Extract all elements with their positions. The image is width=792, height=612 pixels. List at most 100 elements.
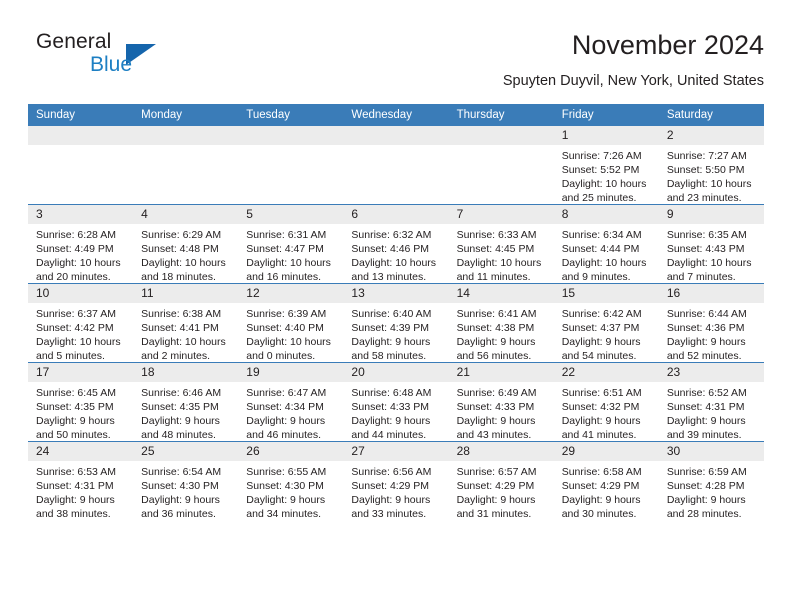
- sunrise-text: Sunrise: 6:32 AM: [351, 229, 432, 241]
- day-number: 18: [133, 363, 239, 382]
- sunrise-text: Sunrise: 6:45 AM: [36, 387, 116, 399]
- calendar-day-cell[interactable]: 15 Sunrise: 6:42 AM Sunset: 4:37 PM Dayligh…: [553, 283, 659, 363]
- sunrise-text: Sunrise: 6:41 AM: [456, 308, 537, 320]
- day-cell-content: [448, 126, 554, 204]
- day-cell-content: 5 Sunrise: 6:31 AM Sunset: 4:47 PM Daylight…: [238, 205, 344, 284]
- calendar-day-cell[interactable]: 17 Sunrise: 6:45 AM Sunset: 4:35 PM Dayligh…: [28, 362, 134, 442]
- calendar-day-cell[interactable]: 11 Sunrise: 6:38 AM Sunset: 4:41 PM Dayligh…: [133, 283, 239, 363]
- daylight-text: Daylight: 10 hours and 2 minutes.: [141, 336, 226, 362]
- day-sun-info: Sunrise: 6:52 AM Sunset: 4:31 PM Daylight:…: [659, 382, 764, 442]
- calendar-day-cell[interactable]: 3 Sunrise: 6:28 AM Sunset: 4:49 PM Daylight…: [28, 204, 134, 284]
- day-cell-content: 8 Sunrise: 6:34 AM Sunset: 4:44 PM Daylight…: [553, 205, 659, 283]
- calendar-day-cell[interactable]: 20 Sunrise: 6:48 AM Sunset: 4:33 PM Dayligh…: [343, 362, 449, 442]
- calendar-day-cell[interactable]: [343, 126, 449, 205]
- sunset-text: Sunset: 5:52 PM: [561, 164, 640, 176]
- calendar-day-cell[interactable]: 29 Sunrise: 6:58 AM Sunset: 4:29 PM Dayligh…: [553, 441, 659, 520]
- calendar-day-cell[interactable]: 21 Sunrise: 6:49 AM Sunset: 4:33 PM Dayligh…: [448, 362, 554, 442]
- daylight-text: Daylight: 10 hours and 25 minutes.: [561, 178, 647, 204]
- sunrise-text: Sunrise: 6:37 AM: [36, 308, 116, 320]
- calendar-day-cell[interactable]: 13 Sunrise: 6:40 AM Sunset: 4:39 PM Dayligh…: [343, 283, 449, 363]
- day-sun-info: Sunrise: 6:39 AM Sunset: 4:40 PM Daylight:…: [238, 303, 343, 363]
- title-block: November 2024 Spuyten Duyvil, New York, …: [503, 28, 764, 92]
- day-number: 29: [553, 442, 659, 461]
- calendar-day-cell[interactable]: 12 Sunrise: 6:39 AM Sunset: 4:40 PM Dayligh…: [238, 283, 344, 363]
- calendar-week-row: 1 Sunrise: 7:26 AM Sunset: 5:52 PM Daylight…: [28, 126, 764, 205]
- calendar-day-cell[interactable]: 16 Sunrise: 6:44 AM Sunset: 4:36 PM Dayligh…: [658, 283, 764, 363]
- daylight-text: Daylight: 9 hours and 28 minutes.: [666, 494, 746, 520]
- calendar-day-cell[interactable]: 9 Sunrise: 6:35 AM Sunset: 4:43 PM Daylight…: [658, 204, 764, 284]
- daylight-text: Daylight: 10 hours and 16 minutes.: [246, 257, 331, 283]
- calendar-day-cell[interactable]: 6 Sunrise: 6:32 AM Sunset: 4:46 PM Daylight…: [343, 204, 449, 284]
- day-number: 22: [553, 363, 659, 382]
- day-number: 24: [28, 442, 134, 461]
- day-sun-info: Sunrise: 6:35 AM Sunset: 4:43 PM Daylight:…: [659, 224, 764, 284]
- day-sun-info: Sunrise: 6:31 AM Sunset: 4:47 PM Daylight:…: [238, 224, 343, 284]
- calendar-day-cell[interactable]: 1 Sunrise: 7:26 AM Sunset: 5:52 PM Daylight…: [553, 126, 659, 205]
- day-cell-content: 29 Sunrise: 6:58 AM Sunset: 4:29 PM Dayligh…: [553, 442, 659, 520]
- sunset-text: Sunset: 4:38 PM: [456, 322, 535, 334]
- day-sun-info: Sunrise: 6:47 AM Sunset: 4:34 PM Daylight:…: [238, 382, 343, 442]
- calendar-day-cell[interactable]: 23 Sunrise: 6:52 AM Sunset: 4:31 PM Dayligh…: [658, 362, 764, 442]
- day-number: 14: [448, 284, 554, 303]
- day-number: 3: [28, 205, 134, 224]
- calendar-day-cell[interactable]: [238, 126, 344, 205]
- calendar-day-cell[interactable]: 14 Sunrise: 6:41 AM Sunset: 4:38 PM Dayligh…: [448, 283, 554, 363]
- sunset-text: Sunset: 4:48 PM: [141, 243, 219, 255]
- calendar-day-cell[interactable]: 22 Sunrise: 6:51 AM Sunset: 4:32 PM Dayligh…: [553, 362, 659, 442]
- day-number: 11: [133, 284, 239, 303]
- calendar-day-cell[interactable]: [133, 126, 239, 205]
- calendar-day-cell[interactable]: 4 Sunrise: 6:29 AM Sunset: 4:48 PM Daylight…: [133, 204, 239, 284]
- day-cell-content: 11 Sunrise: 6:38 AM Sunset: 4:41 PM Dayligh…: [133, 284, 239, 362]
- calendar-grid: Sunday Monday Tuesday Wednesday Thursday…: [28, 104, 764, 520]
- calendar-day-cell[interactable]: 7 Sunrise: 6:33 AM Sunset: 4:45 PM Daylight…: [448, 204, 554, 284]
- calendar-day-cell[interactable]: 18 Sunrise: 6:46 AM Sunset: 4:35 PM Dayligh…: [133, 362, 239, 442]
- sunset-text: Sunset: 5:50 PM: [666, 164, 745, 176]
- sunset-text: Sunset: 4:41 PM: [141, 322, 219, 334]
- calendar-header-row: Sunday Monday Tuesday Wednesday Thursday…: [28, 104, 764, 126]
- calendar-day-cell[interactable]: 27 Sunrise: 6:56 AM Sunset: 4:29 PM Dayligh…: [343, 441, 449, 520]
- calendar-day-cell[interactable]: [28, 126, 134, 205]
- calendar-day-cell[interactable]: 2 Sunrise: 7:27 AM Sunset: 5:50 PM Daylight…: [658, 126, 764, 205]
- calendar-day-cell[interactable]: 30 Sunrise: 6:59 AM Sunset: 4:28 PM Dayligh…: [658, 441, 764, 520]
- day-number: 4: [133, 205, 239, 224]
- daylight-text: Daylight: 9 hours and 33 minutes.: [351, 494, 431, 520]
- day-number: [28, 126, 134, 145]
- daylight-text: Daylight: 9 hours and 48 minutes.: [141, 415, 220, 441]
- sunrise-text: Sunrise: 6:54 AM: [141, 466, 222, 478]
- brand-name-general: General: [36, 30, 112, 53]
- calendar-day-cell[interactable]: 5 Sunrise: 6:31 AM Sunset: 4:47 PM Daylight…: [238, 204, 344, 284]
- sunrise-text: Sunrise: 6:58 AM: [561, 466, 642, 478]
- calendar-day-cell[interactable]: 28 Sunrise: 6:57 AM Sunset: 4:29 PM Dayligh…: [448, 441, 554, 520]
- calendar-day-cell[interactable]: 19 Sunrise: 6:47 AM Sunset: 4:34 PM Dayligh…: [238, 362, 344, 442]
- day-number: [343, 126, 449, 145]
- brand-logo[interactable]: General Blue: [28, 28, 258, 88]
- calendar-day-cell[interactable]: 26 Sunrise: 6:55 AM Sunset: 4:30 PM Dayligh…: [238, 441, 344, 520]
- daylight-text: Daylight: 10 hours and 5 minutes.: [36, 336, 121, 362]
- calendar-day-cell[interactable]: [448, 126, 554, 205]
- calendar-day-cell[interactable]: 25 Sunrise: 6:54 AM Sunset: 4:30 PM Dayligh…: [133, 441, 239, 520]
- calendar-day-cell[interactable]: 10 Sunrise: 6:37 AM Sunset: 4:42 PM Dayligh…: [28, 283, 134, 363]
- day-cell-content: [28, 126, 134, 204]
- location-subtitle: Spuyten Duyvil, New York, United States: [502, 73, 764, 89]
- sunrise-text: Sunrise: 6:52 AM: [666, 387, 747, 399]
- calendar-day-cell[interactable]: 24 Sunrise: 6:53 AM Sunset: 4:31 PM Dayligh…: [28, 441, 134, 520]
- day-number: 15: [553, 284, 659, 303]
- sunrise-text: Sunrise: 6:51 AM: [561, 387, 642, 399]
- daylight-text: Daylight: 9 hours and 54 minutes.: [561, 336, 641, 362]
- daylight-text: Daylight: 10 hours and 7 minutes.: [666, 257, 752, 283]
- calendar-page: General Blue November 2024 Spuyten Duyvi…: [0, 0, 792, 612]
- day-cell-content: 23 Sunrise: 6:52 AM Sunset: 4:31 PM Dayligh…: [658, 363, 764, 442]
- sunset-text: Sunset: 4:29 PM: [456, 480, 535, 492]
- day-cell-content: 27 Sunrise: 6:56 AM Sunset: 4:29 PM Dayligh…: [343, 442, 449, 520]
- daylight-text: Daylight: 10 hours and 13 minutes.: [351, 257, 437, 283]
- sunrise-text: Sunrise: 6:29 AM: [141, 229, 222, 241]
- calendar-day-cell[interactable]: 8 Sunrise: 6:34 AM Sunset: 4:44 PM Daylight…: [553, 204, 659, 284]
- daylight-text: Daylight: 9 hours and 46 minutes.: [246, 415, 326, 441]
- sunset-text: Sunset: 4:34 PM: [246, 401, 324, 413]
- sunset-text: Sunset: 4:28 PM: [666, 480, 745, 492]
- day-sun-info: Sunrise: 6:46 AM Sunset: 4:35 PM Daylight:…: [133, 382, 238, 442]
- day-number: 6: [343, 205, 449, 224]
- day-number: 8: [553, 205, 659, 224]
- weekday-header-friday: Friday: [553, 104, 659, 126]
- day-number: 5: [238, 205, 344, 224]
